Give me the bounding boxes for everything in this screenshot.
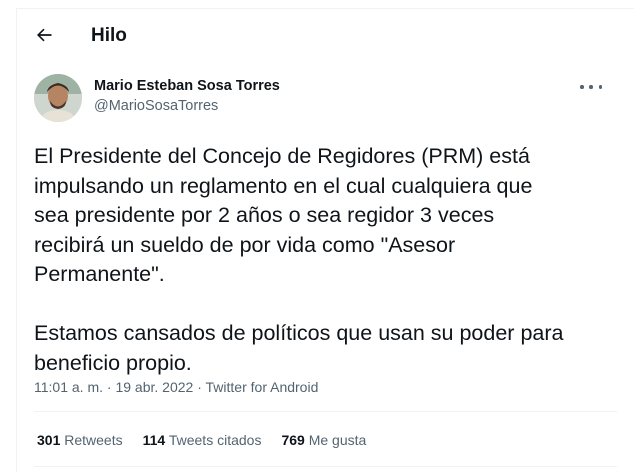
page-title: Hilo <box>91 25 127 46</box>
tweet-stats: 301 Retweets 114 Tweets citados 769 Me g… <box>37 432 386 448</box>
likes-label: Me gusta <box>308 432 367 448</box>
more-options-button[interactable] <box>580 79 602 95</box>
tweet-meta: 11:01 a. m. · 19 abr. 2022 · Twitter for… <box>34 379 318 395</box>
thread-panel: Hilo Mario Esteban Sosa Torres @MarioSos… <box>16 8 634 472</box>
avatar-photo <box>34 74 82 122</box>
author-name[interactable]: Mario Esteban Sosa Torres <box>94 78 280 94</box>
tweet-text: El Presidente del Concejo de Regidores (… <box>34 144 564 375</box>
more-dot-icon <box>598 85 602 89</box>
retweets-count: 301 <box>37 432 61 448</box>
quotes-label: Tweets citados <box>168 432 262 448</box>
tweet-time[interactable]: 11:01 a. m. <box>34 379 103 395</box>
avatar[interactable] <box>34 74 82 122</box>
likes-count: 769 <box>281 432 305 448</box>
arrow-left-icon <box>37 28 52 42</box>
tweet-date[interactable]: 19 abr. 2022 <box>115 379 193 395</box>
quotes-count: 114 <box>142 432 166 448</box>
likes-stat[interactable]: 769 Me gusta <box>281 432 366 448</box>
author-handle[interactable]: @MarioSosaTorres <box>94 98 218 114</box>
back-button[interactable] <box>29 22 59 48</box>
retweets-stat[interactable]: 301 Retweets <box>37 432 123 448</box>
more-dot-icon <box>589 85 593 89</box>
more-dot-icon <box>580 85 584 89</box>
meta-separator: · <box>106 379 112 395</box>
retweets-label: Retweets <box>64 432 123 448</box>
tweet-source[interactable]: Twitter for Android <box>206 379 319 395</box>
divider <box>34 411 617 412</box>
thread-header: Hilo <box>17 9 634 63</box>
meta-separator: · <box>197 379 202 395</box>
divider <box>34 466 617 467</box>
quote-tweets-stat[interactable]: 114 Tweets citados <box>143 432 262 448</box>
